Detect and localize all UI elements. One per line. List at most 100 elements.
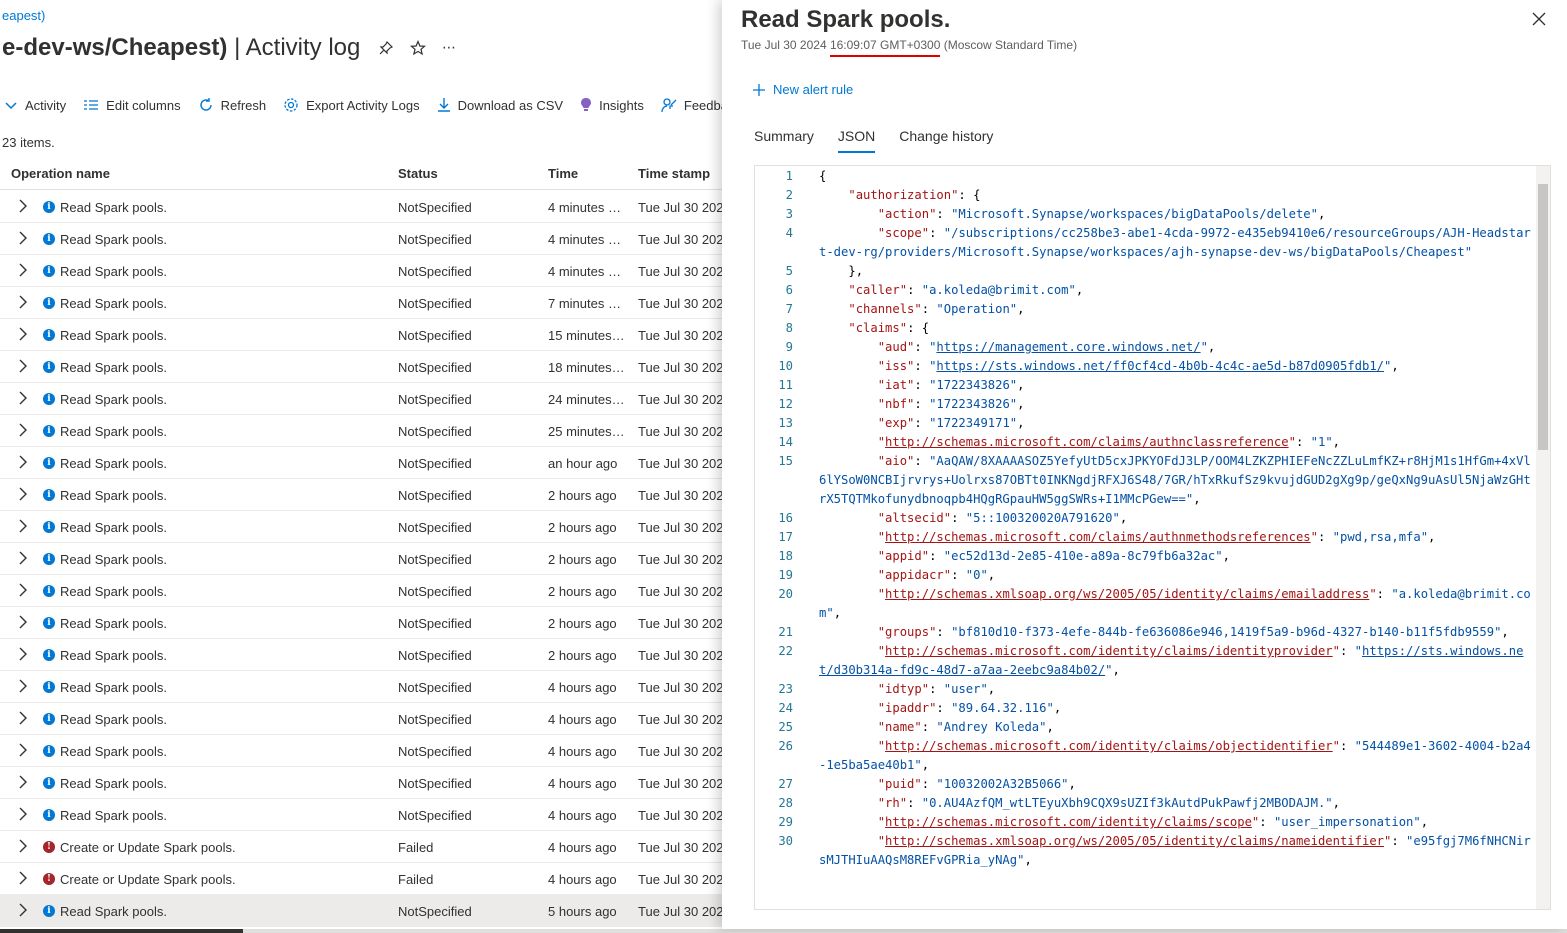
operation-name[interactable]: Read Spark pools.: [60, 328, 167, 343]
table-row[interactable]: i Read Spark pools. NotSpecified 4 hours ag…: [0, 799, 722, 831]
table-row[interactable]: i Read Spark pools. NotSpecified 7 minutes …: [0, 287, 722, 319]
download-csv-button[interactable]: Download as CSV: [437, 97, 563, 113]
table-row[interactable]: ! Create or Update Spark pools. Failed 4 ho…: [0, 863, 722, 895]
new-alert-rule-button[interactable]: New alert rule: [752, 82, 853, 97]
table-row[interactable]: i Read Spark pools. NotSpecified 15 minutes…: [0, 319, 722, 351]
operation-name[interactable]: Create or Update Spark pools.: [60, 840, 236, 855]
table-row[interactable]: i Read Spark pools. NotSpecified 2 hours ag…: [0, 543, 722, 575]
chevron-right-icon[interactable]: [18, 583, 28, 600]
table-row[interactable]: i Read Spark pools. NotSpecified 4 hours ag…: [0, 703, 722, 735]
insights-button[interactable]: Insights: [580, 97, 644, 113]
editor-scrollbar[interactable]: [1536, 166, 1550, 909]
json-link[interactable]: https://management.core.windows.net/: [936, 340, 1200, 354]
table-row[interactable]: i Read Spark pools. NotSpecified 2 hours ag…: [0, 511, 722, 543]
more-icon[interactable]: ⋯: [442, 40, 456, 61]
table-row[interactable]: i Read Spark pools. NotSpecified 4 minutes …: [0, 223, 722, 255]
column-time-stamp[interactable]: Time stamp: [638, 166, 710, 181]
chevron-right-icon[interactable]: [18, 743, 28, 760]
table-row[interactable]: i Read Spark pools. NotSpecified 24 minutes…: [0, 383, 722, 415]
tab-change-history[interactable]: Change history: [899, 128, 993, 153]
chevron-right-icon[interactable]: [18, 231, 28, 248]
table-row[interactable]: i Read Spark pools. NotSpecified an hour ag…: [0, 447, 722, 479]
chevron-right-icon[interactable]: [18, 871, 28, 888]
table-row[interactable]: i Read Spark pools. NotSpecified 25 minutes…: [0, 415, 722, 447]
operation-name[interactable]: Read Spark pools.: [60, 360, 167, 375]
operation-name[interactable]: Read Spark pools.: [60, 616, 167, 631]
operation-name[interactable]: Read Spark pools.: [60, 680, 167, 695]
chevron-right-icon[interactable]: [18, 455, 28, 472]
export-button[interactable]: Export Activity Logs: [283, 97, 420, 113]
operation-name[interactable]: Read Spark pools.: [60, 456, 167, 471]
close-button[interactable]: [1532, 12, 1546, 31]
operation-name[interactable]: Read Spark pools.: [60, 648, 167, 663]
chevron-right-icon[interactable]: [18, 519, 28, 536]
table-row[interactable]: i Read Spark pools. NotSpecified 4 minutes …: [0, 255, 722, 287]
table-row[interactable]: i Read Spark pools. NotSpecified 2 hours ag…: [0, 639, 722, 671]
chevron-right-icon[interactable]: [18, 647, 28, 664]
operation-name[interactable]: Read Spark pools.: [60, 744, 167, 759]
chevron-right-icon[interactable]: [18, 487, 28, 504]
chevron-right-icon[interactable]: [18, 903, 28, 920]
chevron-right-icon[interactable]: [18, 199, 28, 216]
json-link[interactable]: http://schemas.microsoft.com/claims/auth…: [885, 435, 1289, 449]
chevron-right-icon[interactable]: [18, 327, 28, 344]
tab-summary[interactable]: Summary: [754, 128, 814, 153]
json-link[interactable]: http://schemas.microsoft.com/claims/auth…: [885, 530, 1311, 544]
chevron-right-icon[interactable]: [18, 807, 28, 824]
operation-name[interactable]: Read Spark pools.: [60, 904, 167, 919]
table-row[interactable]: i Read Spark pools. NotSpecified 4 hours ag…: [0, 671, 722, 703]
operation-name[interactable]: Read Spark pools.: [60, 808, 167, 823]
column-time[interactable]: Time: [548, 166, 578, 181]
chevron-right-icon[interactable]: [18, 423, 28, 440]
json-link[interactable]: http://schemas.microsoft.com/identity/cl…: [885, 644, 1333, 658]
scrollbar-thumb[interactable]: [0, 929, 243, 933]
json-link[interactable]: http://schemas.microsoft.com/identity/cl…: [885, 815, 1252, 829]
chevron-right-icon[interactable]: [18, 295, 28, 312]
feedback-button[interactable]: Feedback: [661, 97, 722, 113]
chevron-right-icon[interactable]: [18, 551, 28, 568]
refresh-button[interactable]: Refresh: [198, 97, 266, 113]
table-row[interactable]: i Read Spark pools. NotSpecified 4 hours ag…: [0, 735, 722, 767]
table-row[interactable]: i Read Spark pools. NotSpecified 4 minutes …: [0, 191, 722, 223]
json-link[interactable]: http://schemas.microsoft.com/identity/cl…: [885, 739, 1333, 753]
operation-name[interactable]: Read Spark pools.: [60, 232, 167, 247]
json-link[interactable]: http://schemas.xmlsoap.org/ws/2005/05/id…: [885, 834, 1384, 848]
chevron-right-icon[interactable]: [18, 711, 28, 728]
tab-json[interactable]: JSON: [837, 128, 876, 153]
table-row[interactable]: i Read Spark pools. NotSpecified 2 hours ag…: [0, 575, 722, 607]
breadcrumb[interactable]: eapest): [2, 8, 45, 23]
operation-name[interactable]: Read Spark pools.: [60, 296, 167, 311]
chevron-right-icon[interactable]: [18, 263, 28, 280]
horizontal-scrollbar[interactable]: [0, 929, 1567, 933]
editor-scrollbar-thumb[interactable]: [1538, 184, 1548, 450]
operation-name[interactable]: Read Spark pools.: [60, 776, 167, 791]
operation-name[interactable]: Read Spark pools.: [60, 392, 167, 407]
chevron-right-icon[interactable]: [18, 775, 28, 792]
operation-name[interactable]: Create or Update Spark pools.: [60, 872, 236, 887]
star-icon[interactable]: [409, 39, 427, 61]
column-status[interactable]: Status: [398, 166, 438, 181]
chevron-right-icon[interactable]: [18, 615, 28, 632]
operation-name[interactable]: Read Spark pools.: [60, 584, 167, 599]
operation-name[interactable]: Read Spark pools.: [60, 200, 167, 215]
chevron-right-icon[interactable]: [18, 679, 28, 696]
table-row[interactable]: ! Create or Update Spark pools. Failed 4 ho…: [0, 831, 722, 863]
json-editor[interactable]: 1{2 "authorization": {3 "action": "Micro…: [754, 165, 1551, 910]
table-row[interactable]: i Read Spark pools. NotSpecified 18 minutes…: [0, 351, 722, 383]
chevron-right-icon[interactable]: [18, 359, 28, 376]
operation-name[interactable]: Read Spark pools.: [60, 488, 167, 503]
table-row[interactable]: i Read Spark pools. NotSpecified 2 hours ag…: [0, 607, 722, 639]
chevron-right-icon[interactable]: [18, 839, 28, 856]
edit-columns-button[interactable]: Edit columns: [83, 98, 181, 113]
activity-button[interactable]: Activity: [4, 98, 66, 113]
table-row[interactable]: i Read Spark pools. NotSpecified 2 hours ag…: [0, 479, 722, 511]
column-operation-name[interactable]: Operation name: [11, 166, 110, 181]
operation-name[interactable]: Read Spark pools.: [60, 520, 167, 535]
operation-name[interactable]: Read Spark pools.: [60, 424, 167, 439]
operation-name[interactable]: Read Spark pools.: [60, 552, 167, 567]
table-row[interactable]: i Read Spark pools. NotSpecified 4 hours ag…: [0, 767, 722, 799]
table-row[interactable]: i Read Spark pools. NotSpecified 5 hours ag…: [0, 895, 722, 927]
json-link[interactable]: http://schemas.xmlsoap.org/ws/2005/05/id…: [885, 587, 1369, 601]
operation-name[interactable]: Read Spark pools.: [60, 712, 167, 727]
operation-name[interactable]: Read Spark pools.: [60, 264, 167, 279]
